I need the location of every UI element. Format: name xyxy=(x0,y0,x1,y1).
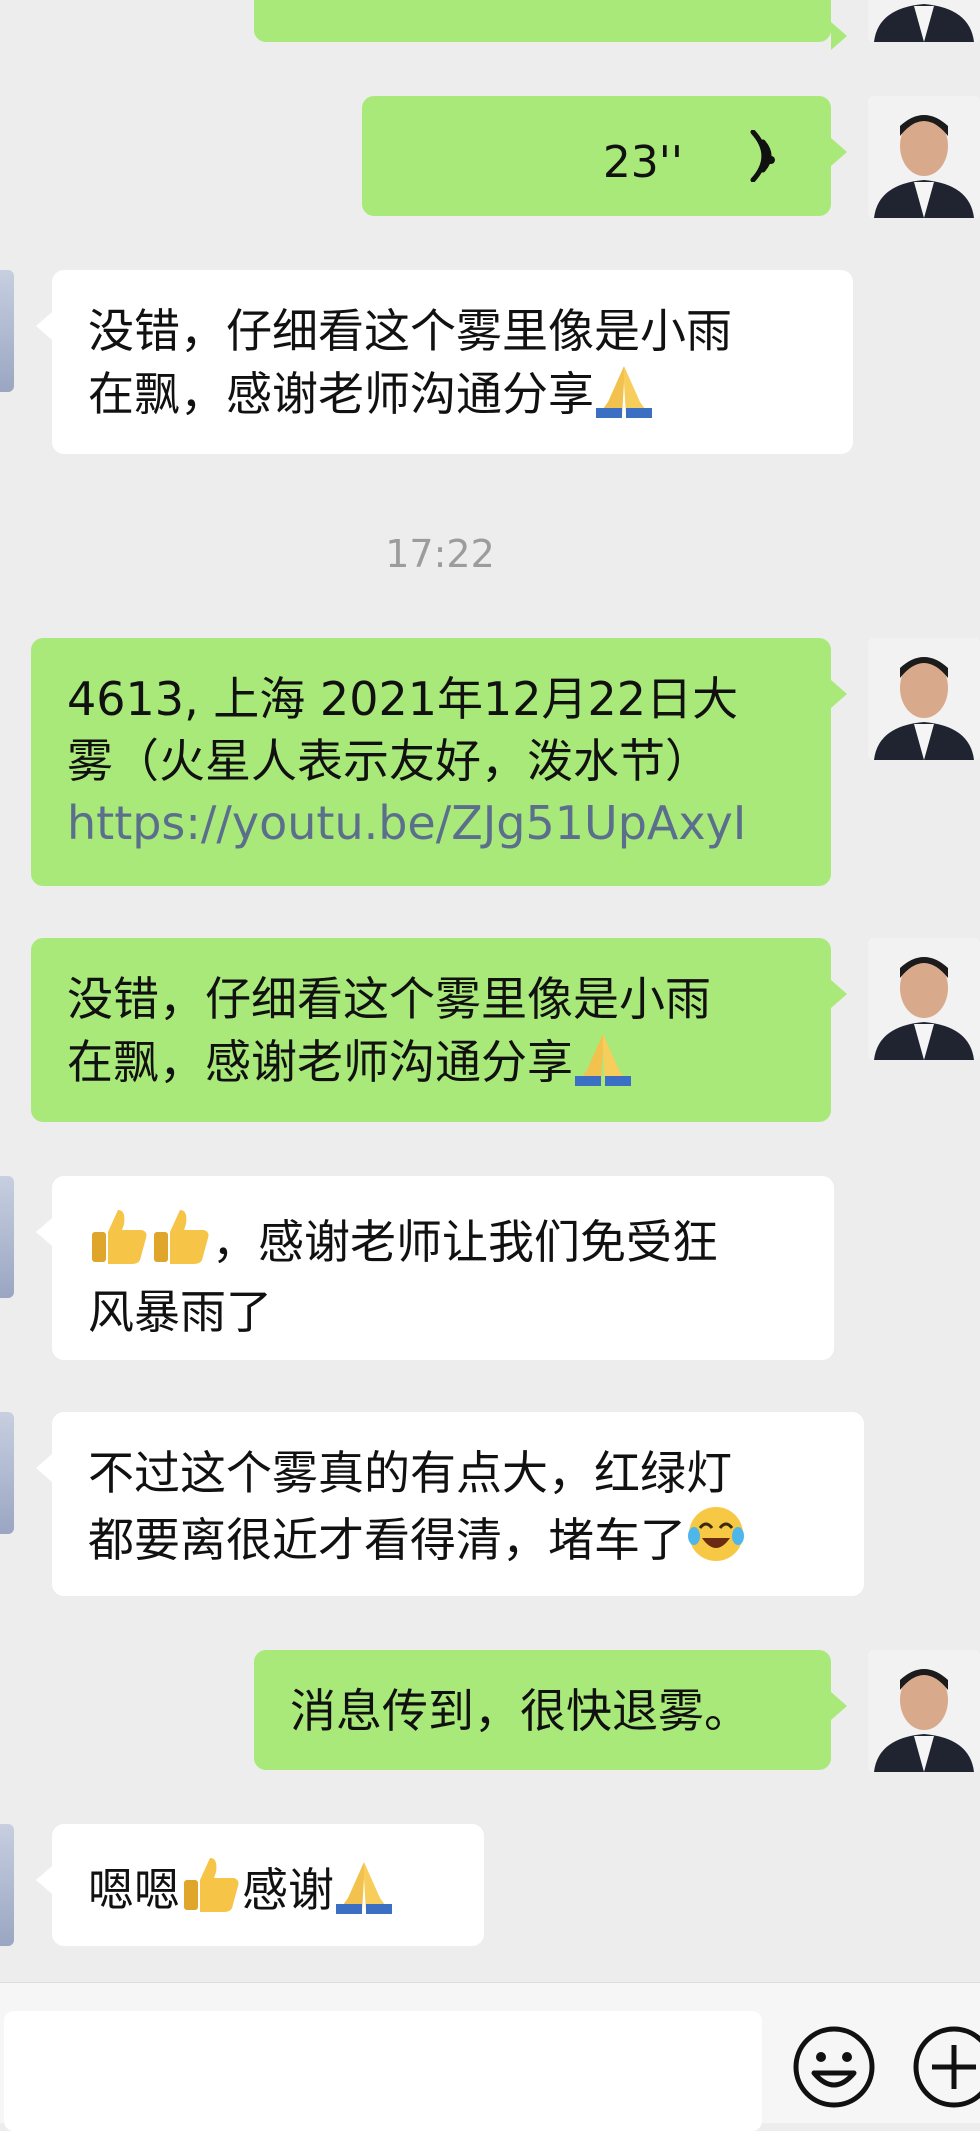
partial-message-bubble[interactable] xyxy=(254,0,847,50)
message-text: 感谢 xyxy=(242,1863,334,1917)
message-line: 都要离很近才看得清，堵车了 xyxy=(88,1513,686,1567)
thumbs-up-emoji xyxy=(150,1206,212,1281)
message-bubble-incoming[interactable]: 不过这个雾真的有点大，红绿灯 都要离很近才看得清，堵车了 xyxy=(36,1412,864,1596)
voice-message-bubble[interactable]: 23'' xyxy=(362,96,847,216)
plus-circle-icon[interactable] xyxy=(912,2025,980,2113)
chat-timestamp: 17:22 xyxy=(385,532,495,576)
avatar-self[interactable] xyxy=(868,938,980,1060)
message-line: 雾（火星人表示友好，泼水节） xyxy=(67,734,711,788)
message-line: 没错，仔细看这个雾里像是小雨 xyxy=(88,304,732,358)
crying-laughing-emoji xyxy=(686,1504,746,1579)
avatar-self[interactable] xyxy=(868,96,980,218)
message-line: 没错，仔细看这个雾里像是小雨 xyxy=(67,972,711,1026)
thumbs-up-emoji xyxy=(88,1206,150,1281)
message-bubble-outgoing[interactable]: 消息传到，很快退雾。 xyxy=(254,1650,847,1770)
voice-wave-icon xyxy=(741,129,781,197)
message-line: 4613, 上海 2021年12月22日大 xyxy=(67,672,739,726)
message-text: 嗯嗯 xyxy=(88,1863,180,1917)
chat-input-bar xyxy=(0,1982,980,2131)
voice-duration: 23'' xyxy=(602,137,683,188)
folded-hands-emoji xyxy=(334,1858,394,1929)
message-input[interactable] xyxy=(4,2011,762,2131)
message-line: 在飘，感谢老师沟通分享 xyxy=(88,367,594,421)
avatar-other[interactable] xyxy=(0,270,14,392)
avatar-self[interactable] xyxy=(868,1650,980,1772)
avatar-self[interactable] xyxy=(868,0,980,42)
message-line: 风暴雨了 xyxy=(88,1285,272,1339)
avatar-other[interactable] xyxy=(0,1412,14,1534)
message-bubble-incoming[interactable]: 没错，仔细看这个雾里像是小雨 在飘，感谢老师沟通分享 xyxy=(36,270,853,454)
thumbs-up-emoji xyxy=(180,1854,242,1929)
message-bubble-outgoing[interactable]: 没错，仔细看这个雾里像是小雨 在飘，感谢老师沟通分享 xyxy=(31,938,847,1122)
avatar-other[interactable] xyxy=(0,1824,14,1946)
message-line: ，感谢老师让我们免受狂 xyxy=(212,1215,718,1269)
message-link[interactable]: https://youtu.be/ZJg51UpAxyI xyxy=(67,792,795,854)
avatar-self[interactable] xyxy=(868,638,980,760)
message-line: 消息传到，很快退雾。 xyxy=(290,1684,750,1738)
avatar-other[interactable] xyxy=(0,1176,14,1298)
message-line: 不过这个雾真的有点大，红绿灯 xyxy=(88,1446,732,1500)
folded-hands-emoji xyxy=(594,362,654,433)
message-bubble-outgoing[interactable]: 4613, 上海 2021年12月22日大 雾（火星人表示友好，泼水节） htt… xyxy=(31,638,847,886)
message-line: 在飘，感谢老师沟通分享 xyxy=(67,1035,573,1089)
folded-hands-emoji xyxy=(573,1030,633,1101)
smiley-face-icon[interactable] xyxy=(792,2025,876,2113)
message-bubble-incoming[interactable]: ，感谢老师让我们免受狂 风暴雨了 xyxy=(36,1176,834,1360)
message-bubble-incoming[interactable]: 嗯嗯 感谢 xyxy=(36,1824,484,1946)
